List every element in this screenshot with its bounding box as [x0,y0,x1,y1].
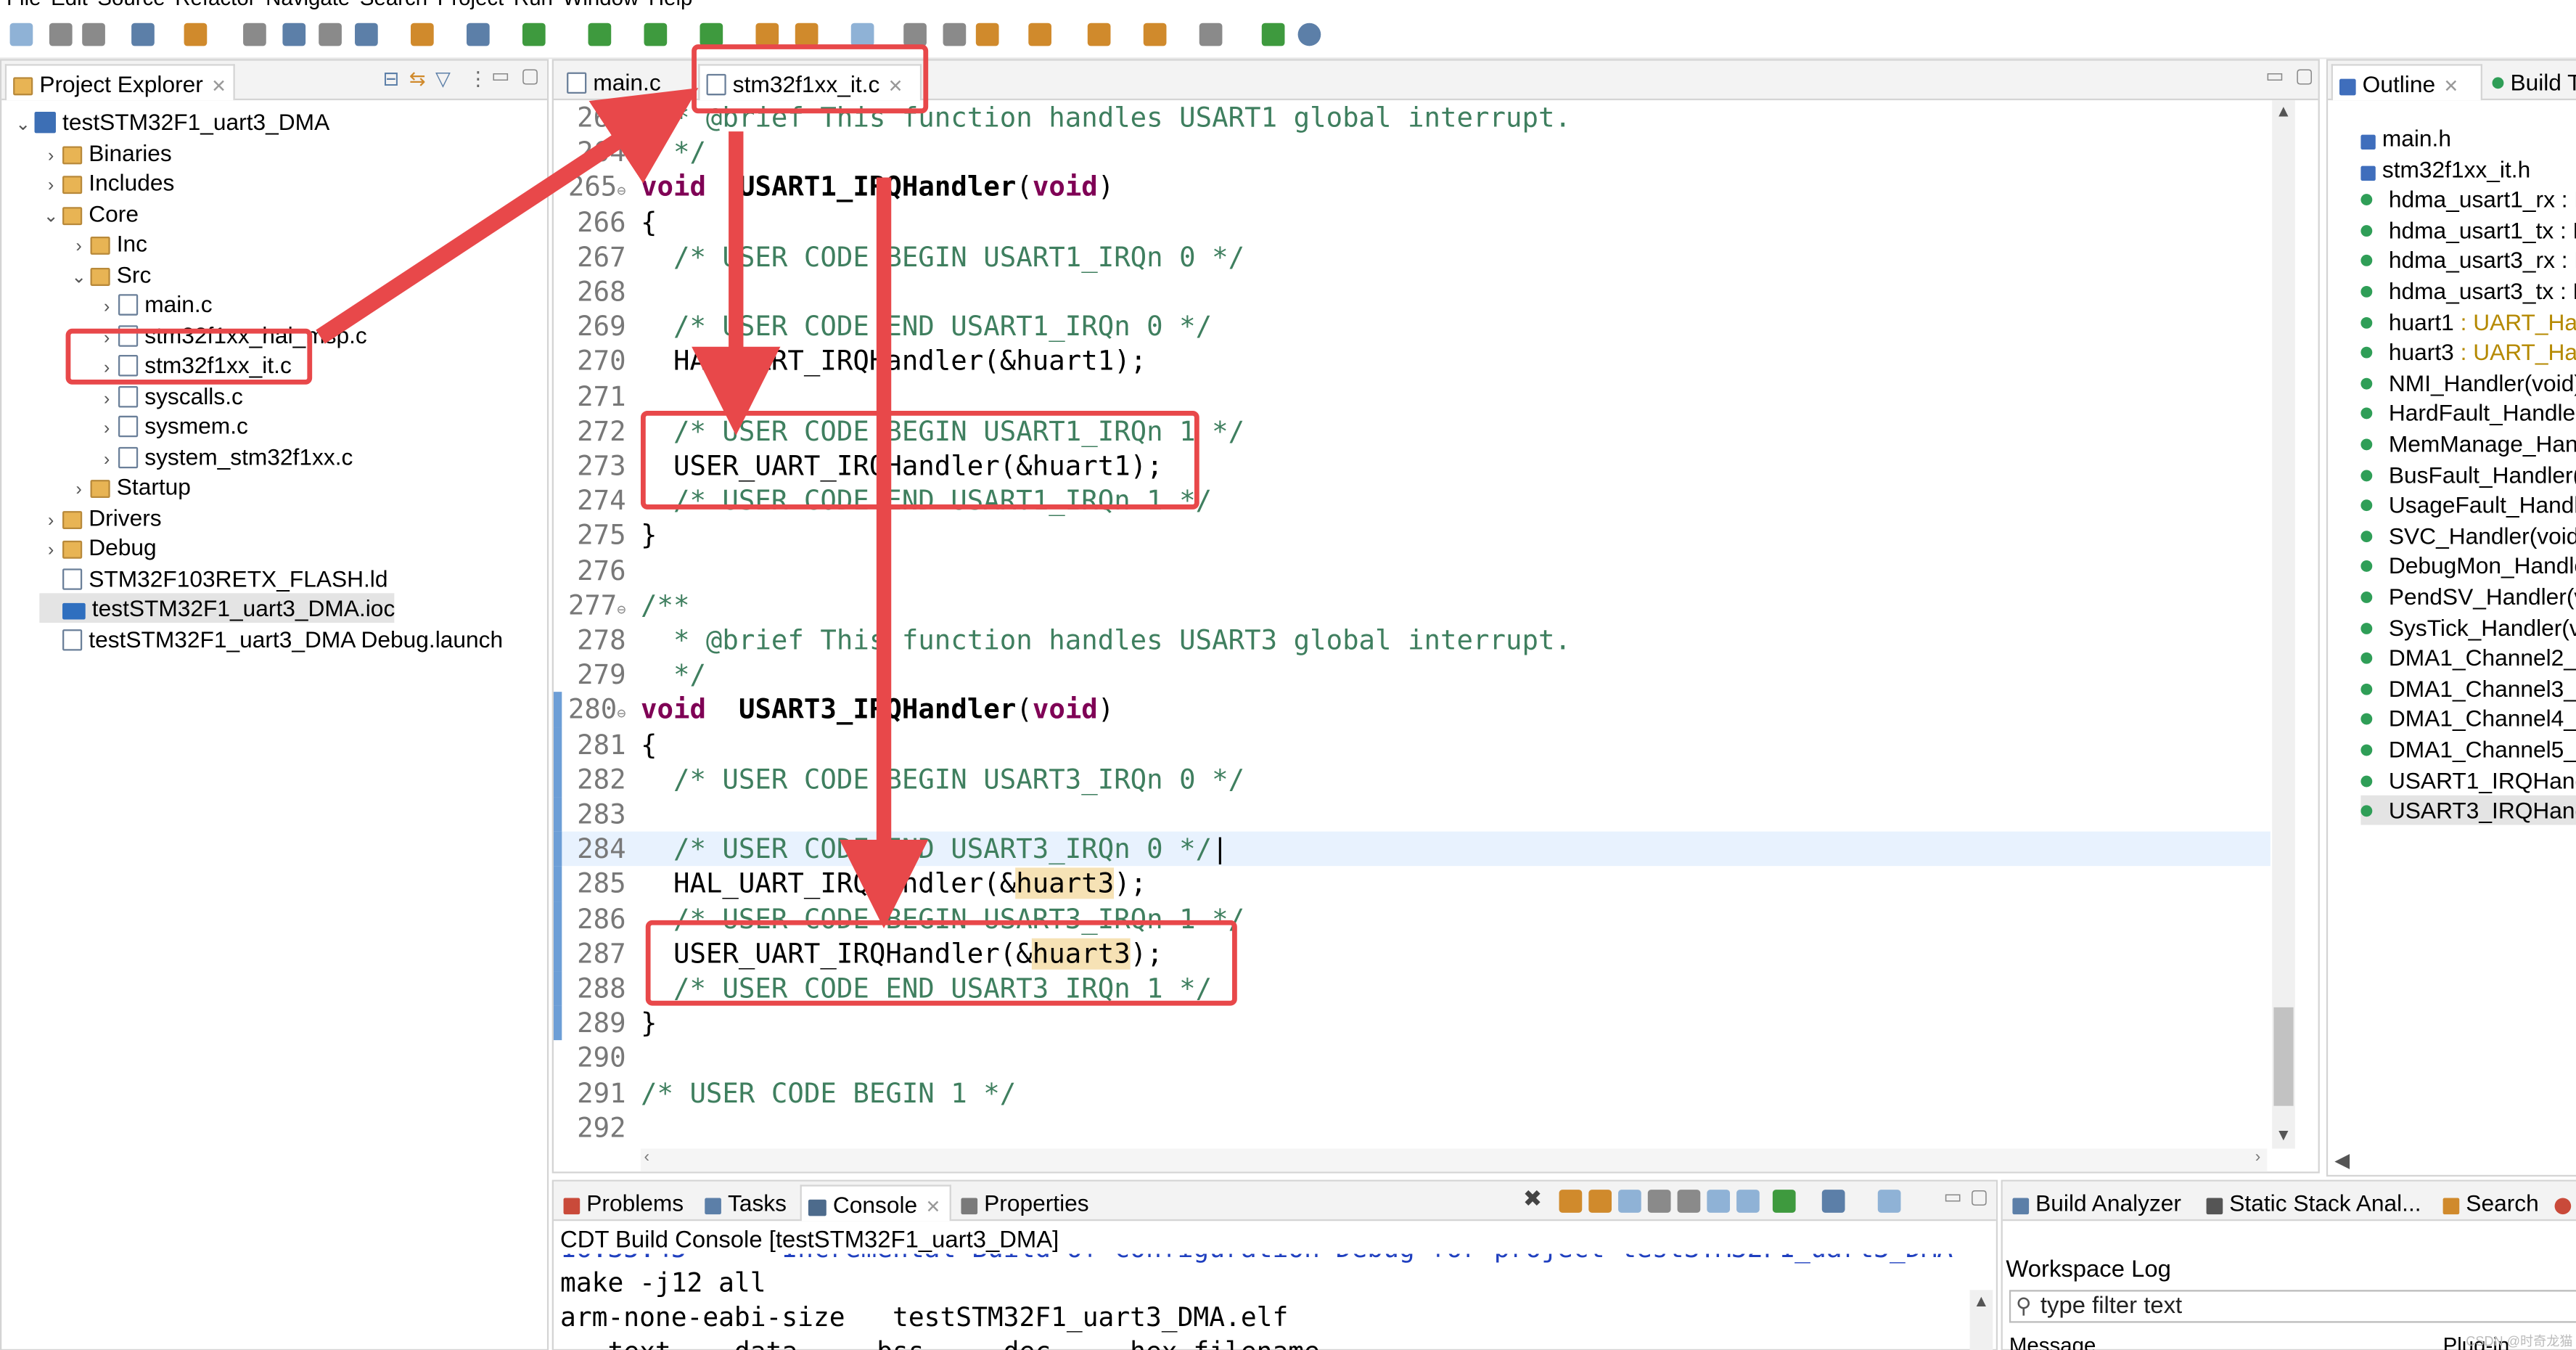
arrow-file-to-tab [316,88,699,344]
annotation-arrows [316,88,929,929]
ide-window: FileEditSourceRefactorNavigateSearchProj… [0,0,2576,1350]
